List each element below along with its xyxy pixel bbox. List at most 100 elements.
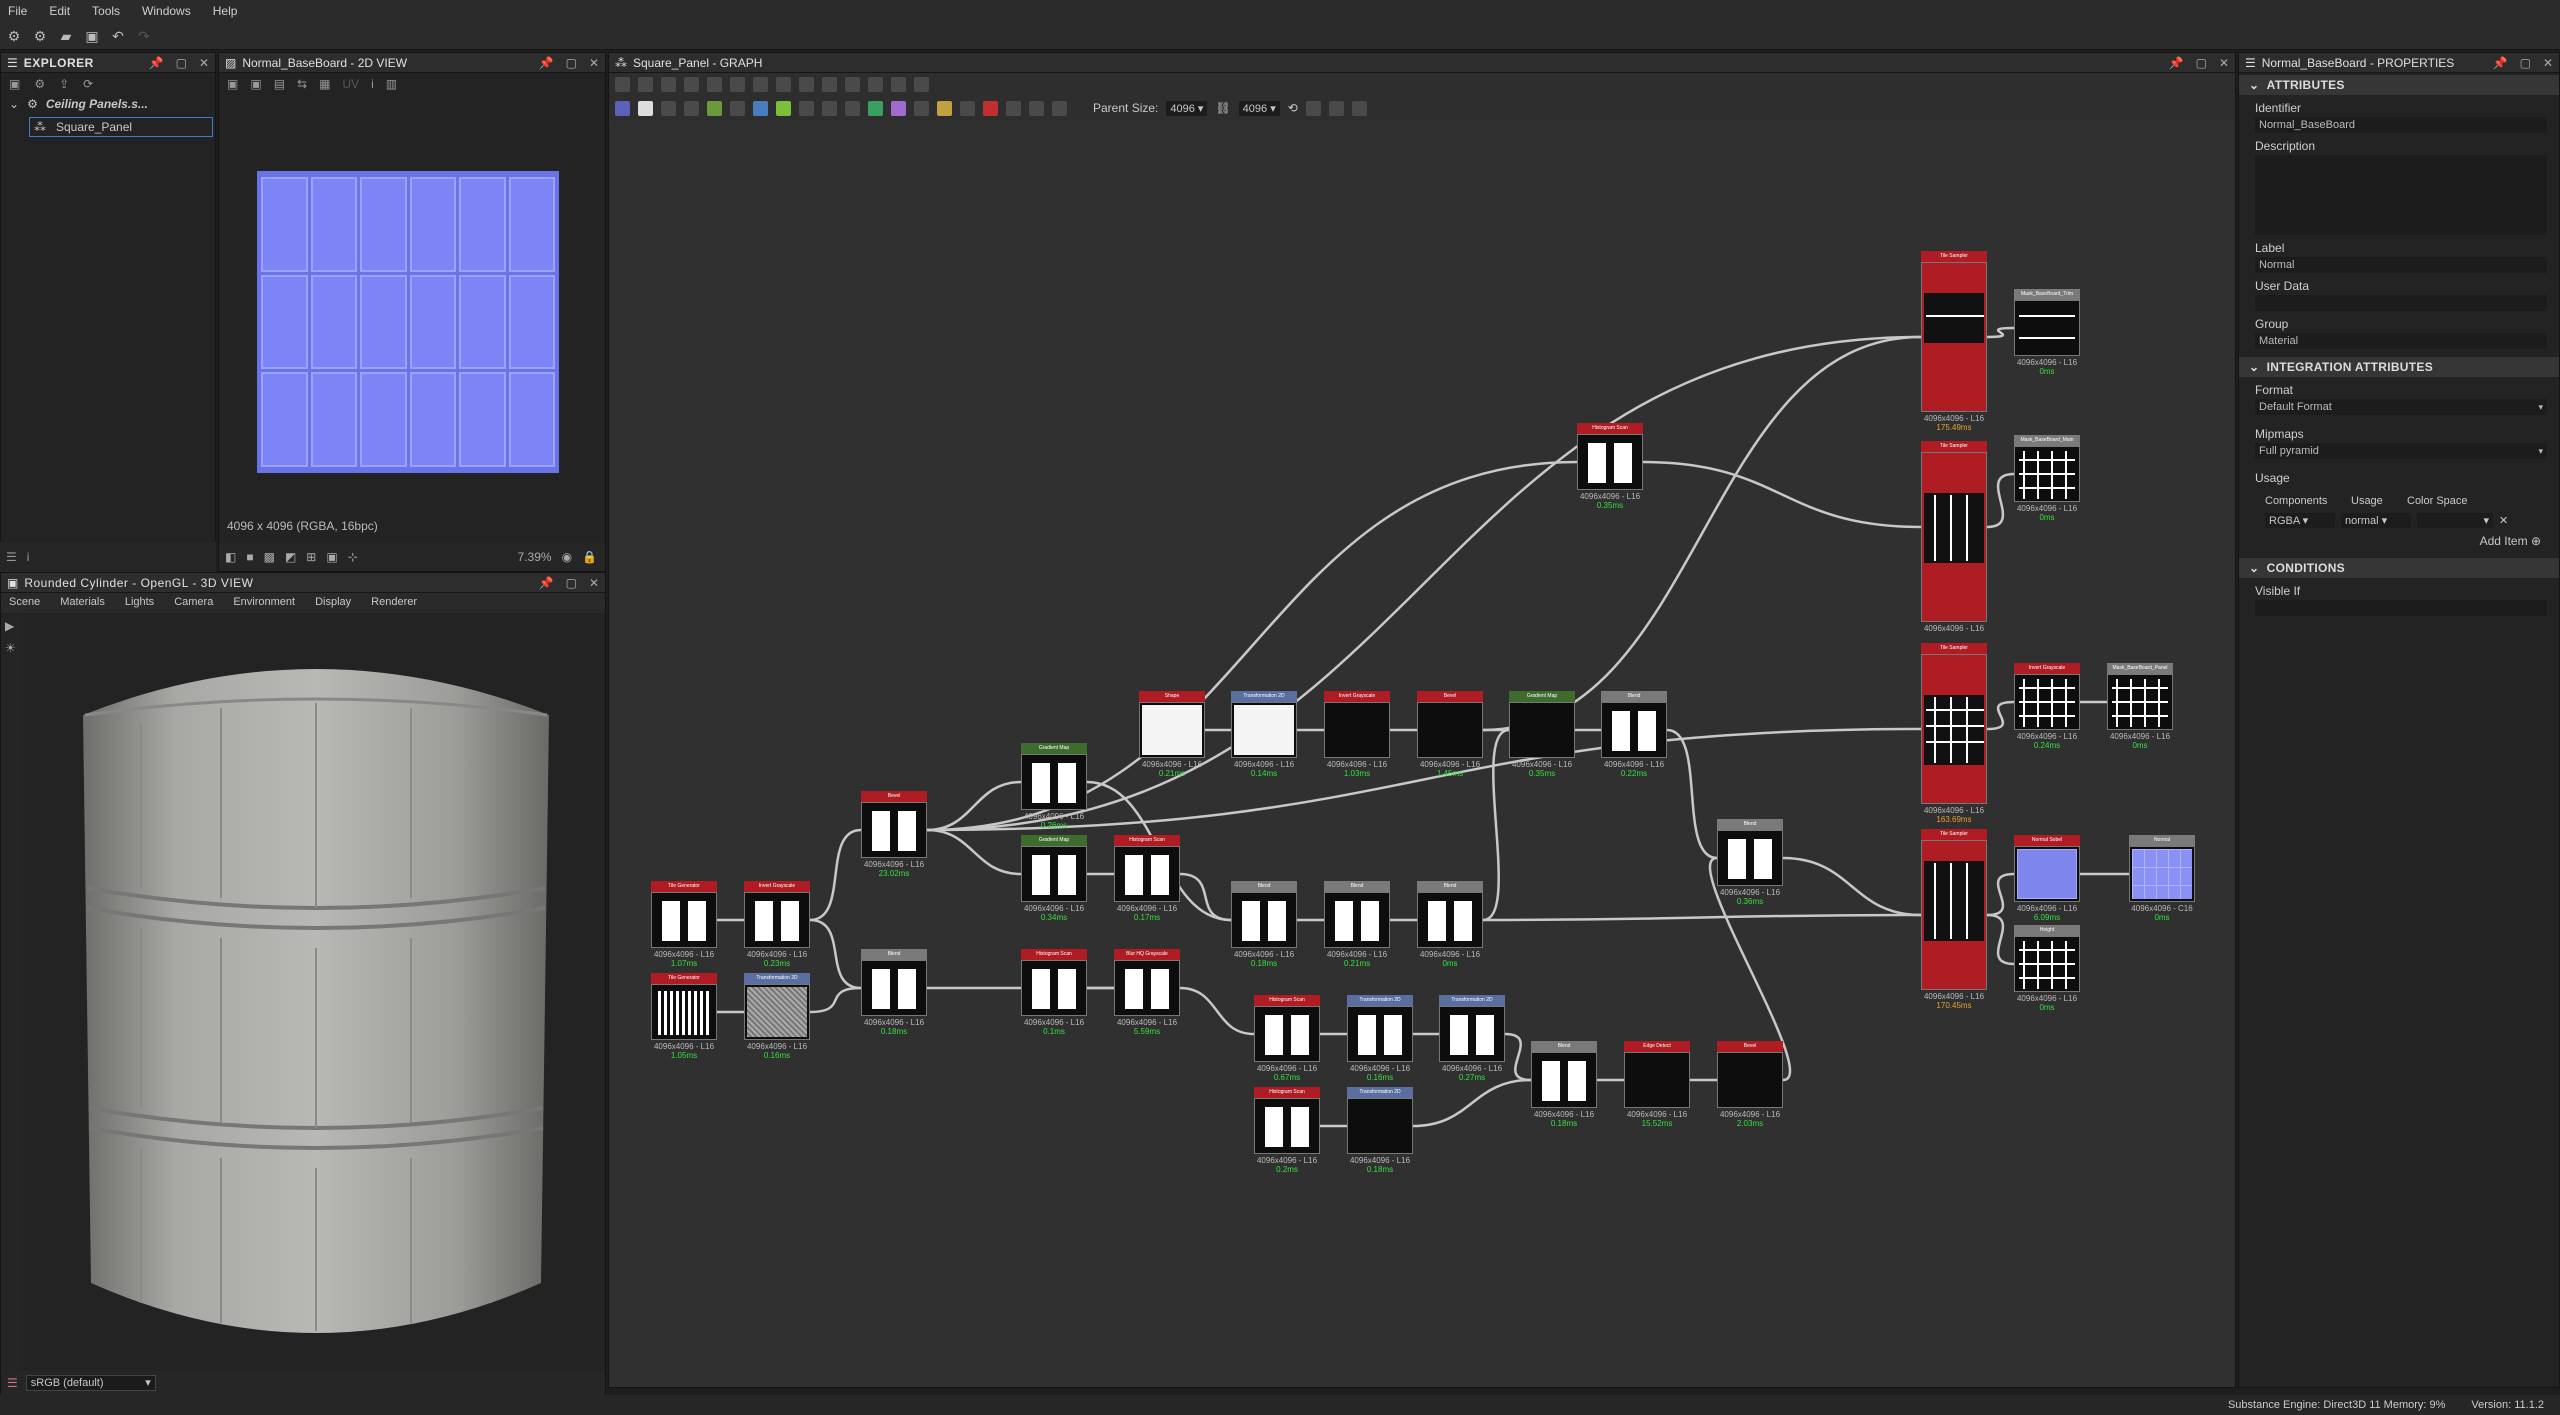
graph-node[interactable]: Transformation 2D 4096x4096 - L16 0.27ms xyxy=(1439,995,1505,1082)
refresh-icon[interactable] xyxy=(845,76,860,92)
colorspace-select[interactable]: sRGB (default) ▾ xyxy=(25,1375,156,1391)
align-icon[interactable] xyxy=(730,76,745,92)
graph-node[interactable]: Tile Generator 4096x4096 - L16 1.07ms xyxy=(651,881,717,968)
pin-icon[interactable]: 📌 xyxy=(539,56,554,70)
graph-node[interactable]: Transformation 2D 4096x4096 - L16 0.14ms xyxy=(1231,691,1297,778)
menu-environment[interactable]: Environment xyxy=(233,596,295,610)
light-icon[interactable]: ☀ xyxy=(1,637,21,659)
menu-edit[interactable]: Edit xyxy=(49,4,70,18)
pin-icon[interactable]: 📌 xyxy=(149,56,164,70)
graph-wire[interactable] xyxy=(1986,872,2015,917)
connect-icon[interactable] xyxy=(799,76,814,92)
graph-node[interactable]: Transformation 2D 4096x4096 - L16 0.18ms xyxy=(1347,1087,1413,1174)
pan-icon[interactable] xyxy=(638,76,653,92)
search-icon[interactable] xyxy=(707,76,722,92)
float-icon[interactable]: ▢ xyxy=(176,56,187,70)
save-icon[interactable]: ▣ xyxy=(250,77,261,91)
graph-node[interactable]: Blend 4096x4096 - L16 0.18ms xyxy=(861,949,927,1036)
export-icon[interactable]: ▤ xyxy=(274,77,285,91)
atomic-levels-icon[interactable] xyxy=(730,100,745,116)
graph-wire[interactable] xyxy=(1482,728,1510,922)
menu-camera[interactable]: Camera xyxy=(174,596,213,610)
atomic-output-icon[interactable] xyxy=(983,100,998,116)
graph-node[interactable]: Histogram Scan 4096x4096 - L16 0.2ms xyxy=(1254,1087,1320,1174)
graph-settings-icon[interactable] xyxy=(1305,100,1321,116)
graph-wire[interactable] xyxy=(1986,326,2015,339)
close-icon[interactable]: ✕ xyxy=(589,56,599,70)
new-package-icon[interactable]: ⚙ xyxy=(6,28,22,44)
fit-icon[interactable]: ▣ xyxy=(326,550,337,564)
close-icon[interactable]: ✕ xyxy=(2543,56,2553,70)
zoom-icon[interactable]: ◉ xyxy=(562,550,572,564)
float-icon[interactable]: ▢ xyxy=(2520,56,2531,70)
graph-node[interactable]: Mask_BaseBoard_Trim 4096x4096 - L16 0ms xyxy=(2014,289,2080,376)
atomic-fxmap-icon[interactable] xyxy=(661,100,676,116)
integration-section[interactable]: ⌄ INTEGRATION ATTRIBUTES xyxy=(2239,357,2559,377)
graph-wire[interactable] xyxy=(1986,700,2015,731)
atomic-text-icon[interactable] xyxy=(937,100,952,116)
atomic-hsl-icon[interactable] xyxy=(868,100,883,116)
open-icon[interactable]: ▰ xyxy=(58,28,74,44)
atomic-input-icon[interactable] xyxy=(960,100,975,116)
graph-node[interactable]: Blur HQ Grayscale 4096x4096 - L16 5.59ms xyxy=(1114,949,1180,1036)
graph-node[interactable]: Invert Grayscale 4096x4096 - L16 1.03ms xyxy=(1324,691,1390,778)
attributes-section[interactable]: ⌄ ATTRIBUTES xyxy=(2239,75,2559,95)
mipmaps-select[interactable]: Full pyramid ▾ xyxy=(2255,443,2547,459)
link-icon[interactable] xyxy=(753,76,768,92)
graph-wire[interactable] xyxy=(809,918,862,990)
reset-size-icon[interactable]: ⟲ xyxy=(1288,101,1298,115)
new-icon[interactable]: ⚙ xyxy=(34,77,45,91)
layers-icon[interactable]: ☰ xyxy=(7,1376,18,1390)
menu-materials[interactable]: Materials xyxy=(60,596,105,610)
grid-icon[interactable] xyxy=(914,76,929,92)
undo-icon[interactable]: ↶ xyxy=(110,28,126,44)
graph-wire[interactable] xyxy=(1986,472,2015,529)
description-field[interactable] xyxy=(2255,155,2547,235)
package-row[interactable]: ⌄ ⚙ Ceiling Panels.s... xyxy=(1,93,215,115)
graph-wire[interactable] xyxy=(1986,913,2015,966)
close-icon[interactable]: ✕ xyxy=(589,576,599,590)
atomic-curve-icon[interactable] xyxy=(845,100,860,116)
layers-icon[interactable]: ☰ xyxy=(6,550,17,564)
frame-icon[interactable] xyxy=(776,76,791,92)
texture-preview[interactable] xyxy=(257,171,559,473)
graph-node[interactable]: Histogram Scan 4096x4096 - L16 0.35ms xyxy=(1577,423,1643,510)
graph-node[interactable]: Mask_BaseBoard_Panel 4096x4096 - L16 0ms xyxy=(2107,663,2173,750)
menu-help[interactable]: Help xyxy=(213,4,238,18)
visibleif-field[interactable] xyxy=(2255,600,2547,616)
center-icon[interactable]: ⊹ xyxy=(348,550,358,564)
graph-frame-icon[interactable] xyxy=(1351,100,1367,116)
graph-wire[interactable] xyxy=(1412,1078,1532,1128)
screenshot-icon[interactable] xyxy=(661,76,676,92)
graph-node[interactable]: Histogram Scan 4096x4096 - L16 0.17ms xyxy=(1114,835,1180,922)
graph-node[interactable]: Histogram Scan 4096x4096 - L16 0.1ms xyxy=(1021,949,1087,1036)
atomic-emboss-icon[interactable] xyxy=(891,100,906,116)
pixel-icon[interactable]: ▦ xyxy=(319,77,330,91)
graph-node[interactable]: Shape 4096x4096 - L16 0.21ms xyxy=(1139,691,1205,778)
graph-node[interactable]: Blend 4096x4096 - L16 0.18ms xyxy=(1231,881,1297,968)
graph-node[interactable]: Tile Sampler 4096x4096 - L16 175.49ms xyxy=(1921,251,1987,432)
graph-node[interactable]: Normal 4096x4096 - C16 0ms xyxy=(2129,835,2195,922)
float-icon[interactable]: ▢ xyxy=(566,576,577,590)
graph-node[interactable]: Transformation 2D 4096x4096 - L16 0.16ms xyxy=(1347,995,1413,1082)
info-icon[interactable]: i xyxy=(27,550,30,564)
graph-node[interactable]: Blend 4096x4096 - L16 0.21ms xyxy=(1324,881,1390,968)
graph-node[interactable]: Normal Sobel 4096x4096 - L16 6.09ms xyxy=(2014,835,2080,922)
graph-node[interactable]: Gradient Map 4096x4096 - L16 0.35ms xyxy=(1509,691,1575,778)
share-icon[interactable]: ⇆ xyxy=(297,77,307,91)
menu-tools[interactable]: Tools xyxy=(92,4,120,18)
float-icon[interactable]: ▢ xyxy=(566,56,577,70)
histogram-icon[interactable]: ▥ xyxy=(386,77,397,91)
save-all-icon[interactable]: ▣ xyxy=(84,28,100,44)
atomic-blend-icon[interactable] xyxy=(822,100,837,116)
format-select[interactable]: Default Format ▾ xyxy=(2255,399,2547,415)
parent-width-select[interactable]: 4096 ▾ xyxy=(1166,100,1208,116)
new-graph-icon[interactable]: ⚙ xyxy=(32,28,48,44)
graph-node[interactable]: Tile Sampler 4096x4096 - L16 170.45ms xyxy=(1921,829,1987,1010)
graph-node[interactable]: Mask_BaseBoard_Main 4096x4096 - L16 0ms xyxy=(2014,435,2080,522)
preview-icon[interactable] xyxy=(891,76,906,92)
graph-node[interactable]: Edge Detect 4096x4096 - L16 15.52ms xyxy=(1624,1041,1690,1128)
graph-wire[interactable] xyxy=(1482,335,1922,732)
info-icon[interactable] xyxy=(684,76,699,92)
graph-wire[interactable] xyxy=(926,828,1022,876)
